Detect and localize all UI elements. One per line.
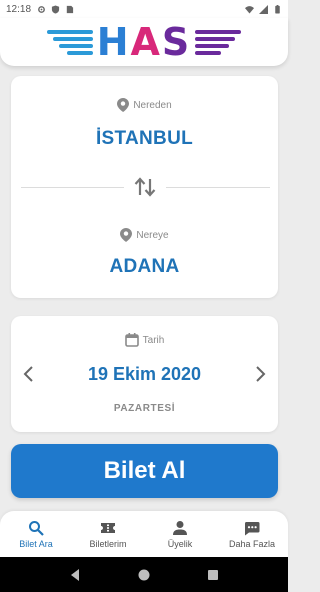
origin-selector[interactable]: Nereden İSTANBUL <box>11 76 278 176</box>
status-time: 12:18 <box>6 3 32 15</box>
route-divider-right <box>166 187 270 188</box>
ticket-icon <box>101 522 115 533</box>
wifi-status-icon <box>245 5 254 14</box>
buy-ticket-button[interactable]: Bilet Al <box>11 444 278 498</box>
selected-day-name: PAZARTESİ <box>113 403 176 414</box>
origin-label: Nereden <box>133 99 172 111</box>
status-bar: 12:18 <box>0 0 288 18</box>
back-icon[interactable] <box>68 568 82 582</box>
destination-label: Nereye <box>136 229 169 241</box>
home-icon[interactable] <box>137 568 151 582</box>
route-card: Nereden İSTANBUL Nereye ADANA <box>11 76 278 298</box>
calendar-icon <box>124 333 139 347</box>
chevron-right-icon[interactable] <box>250 364 270 384</box>
person-icon <box>173 520 187 535</box>
bottom-navigation: Bilet Ara Biletlerim Üyelik Daha Fazla <box>0 511 288 557</box>
nav-label-more: Daha Fazla <box>228 538 276 549</box>
system-navigation-bar <box>0 557 288 592</box>
nav-item-more[interactable]: Daha Fazla <box>216 511 288 557</box>
logo-left-wings <box>46 29 93 55</box>
signal-status-icon <box>259 4 268 14</box>
route-divider-left <box>21 187 124 188</box>
nav-item-membership[interactable]: Üyelik <box>144 511 216 557</box>
date-card: Tarih 19 Ekim 2020 PAZARTESİ <box>11 316 278 432</box>
destination-city: ADANA <box>109 256 180 277</box>
location-pin-icon <box>120 228 133 242</box>
logo-text: HAS <box>96 20 192 64</box>
destination-label-row: Nereye <box>11 228 278 242</box>
shield-status-icon <box>51 4 60 14</box>
date-label-row: Tarih <box>11 333 278 347</box>
has-logo: HAS <box>46 20 242 64</box>
nav-label-search: Bilet Ara <box>19 538 53 549</box>
swap-vertical-icon[interactable] <box>134 175 156 199</box>
date-row: 19 Ekim 2020 <box>11 358 278 390</box>
search-icon <box>29 520 44 536</box>
battery-status-icon <box>275 4 280 14</box>
recents-icon[interactable] <box>206 568 220 582</box>
nav-label-membership: Üyelik <box>167 538 193 549</box>
sim-status-icon <box>66 5 74 13</box>
selected-date[interactable]: 19 Ekim 2020 <box>11 364 278 385</box>
settings-status-icon <box>38 5 45 13</box>
nav-item-tickets[interactable]: Biletlerim <box>72 511 144 557</box>
origin-city: İSTANBUL <box>95 128 194 149</box>
nav-label-tickets: Biletlerim <box>89 538 127 549</box>
more-icon <box>244 521 260 535</box>
logo-right-wings <box>195 29 242 55</box>
nav-item-search[interactable]: Bilet Ara <box>0 511 72 557</box>
date-label: Tarih <box>142 334 165 346</box>
location-pin-icon <box>117 98 130 112</box>
origin-label-row: Nereden <box>11 98 278 112</box>
destination-selector[interactable]: Nereye ADANA <box>11 206 278 296</box>
app-header: HAS <box>0 18 288 66</box>
